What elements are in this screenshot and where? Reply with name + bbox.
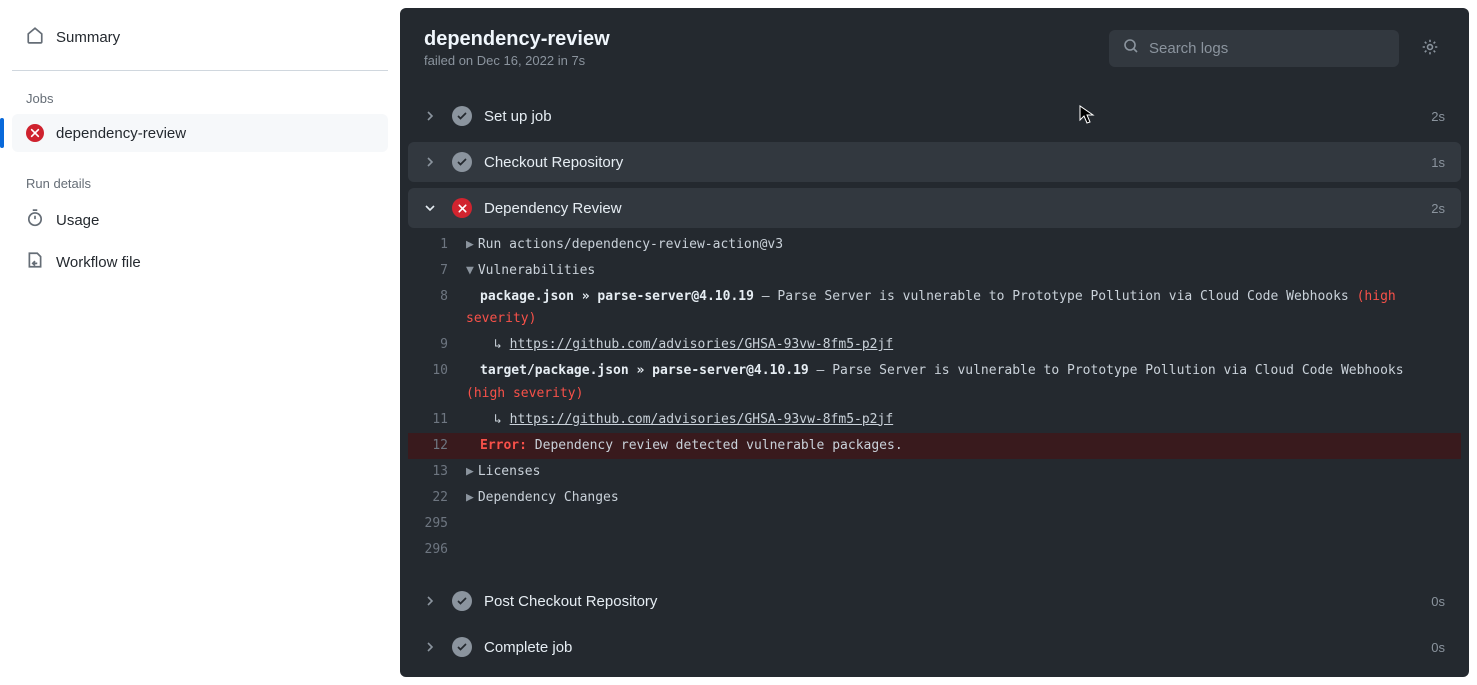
sidebar-job-dependency-review[interactable]: dependency-review: [12, 114, 388, 152]
step-dependency-review-header[interactable]: Dependency Review 2s: [408, 188, 1461, 228]
chevron-right-icon: [424, 641, 440, 653]
step-label: Checkout Repository: [484, 154, 1419, 171]
job-header: dependency-review failed on Dec 16, 2022…: [400, 8, 1469, 96]
log-line: 13▶Licenses: [408, 459, 1461, 485]
step-label: Set up job: [484, 108, 1419, 125]
log-line: 11↳ https://github.com/advisories/GHSA-9…: [408, 407, 1461, 433]
job-title: dependency-review: [424, 28, 1093, 51]
chevron-down-icon: [424, 202, 440, 214]
home-icon: [26, 26, 44, 48]
status-success-icon: [452, 106, 472, 126]
step-duration: 2s: [1431, 201, 1445, 216]
log-line: 7▼Vulnerabilities: [408, 258, 1461, 284]
log-line: 8package.json » parse-server@4.10.19 – P…: [408, 284, 1461, 332]
log-line: 296: [408, 537, 1461, 563]
chevron-right-icon: [424, 595, 440, 607]
steps-list: Set up job 2s Checkout Repository 1s Dep…: [400, 96, 1469, 675]
step-duration: 2s: [1431, 109, 1445, 124]
run-details-heading: Run details: [12, 168, 388, 199]
status-success-icon: [452, 591, 472, 611]
gear-icon: [1421, 44, 1439, 59]
log-output[interactable]: 1▶Run actions/dependency-review-action@v…: [408, 228, 1461, 575]
log-line: 10target/package.json » parse-server@4.1…: [408, 358, 1461, 406]
chevron-right-icon: [424, 156, 440, 168]
advisory-link[interactable]: https://github.com/advisories/GHSA-93vw-…: [510, 337, 894, 352]
step-duration: 1s: [1431, 155, 1445, 170]
step-label: Post Checkout Repository: [484, 593, 1419, 610]
search-logs[interactable]: [1109, 30, 1399, 67]
sidebar-summary[interactable]: Summary: [12, 16, 388, 58]
chevron-right-icon: [424, 110, 440, 122]
step-complete-job[interactable]: Complete job 0s: [408, 627, 1461, 667]
sidebar-workflow-file-label: Workflow file: [56, 254, 141, 271]
step-set-up-job[interactable]: Set up job 2s: [408, 96, 1461, 136]
log-line: 22▶Dependency Changes: [408, 485, 1461, 511]
step-dependency-review: Dependency Review 2s 1▶Run actions/depen…: [408, 188, 1461, 575]
log-line: 9↳ https://github.com/advisories/GHSA-93…: [408, 332, 1461, 358]
step-duration: 0s: [1431, 640, 1445, 655]
step-checkout-repository[interactable]: Checkout Repository 1s: [408, 142, 1461, 182]
status-failed-icon: [452, 198, 472, 218]
divider: [12, 70, 388, 71]
log-line-error: 12Error: Dependency review detected vuln…: [408, 433, 1461, 459]
sidebar-job-label: dependency-review: [56, 125, 186, 142]
sidebar-usage[interactable]: Usage: [12, 199, 388, 241]
workflow-file-icon: [26, 251, 44, 273]
sidebar: Summary Jobs dependency-review Run detai…: [0, 0, 400, 685]
stopwatch-icon: [26, 209, 44, 231]
job-log-panel: dependency-review failed on Dec 16, 2022…: [400, 8, 1469, 677]
status-success-icon: [452, 152, 472, 172]
advisory-link[interactable]: https://github.com/advisories/GHSA-93vw-…: [510, 412, 894, 427]
jobs-heading: Jobs: [12, 83, 388, 114]
sidebar-summary-label: Summary: [56, 29, 120, 46]
search-icon: [1123, 38, 1139, 59]
status-success-icon: [452, 637, 472, 657]
status-failed-icon: [26, 124, 44, 142]
step-label: Dependency Review: [484, 200, 1419, 217]
step-duration: 0s: [1431, 594, 1445, 609]
log-line: 295: [408, 511, 1461, 537]
job-subtitle: failed on Dec 16, 2022 in 7s: [424, 53, 1093, 68]
step-post-checkout-repository[interactable]: Post Checkout Repository 0s: [408, 581, 1461, 621]
sidebar-usage-label: Usage: [56, 212, 99, 229]
step-label: Complete job: [484, 639, 1419, 656]
log-settings-button[interactable]: [1415, 32, 1445, 65]
log-line: 1▶Run actions/dependency-review-action@v…: [408, 232, 1461, 258]
sidebar-workflow-file[interactable]: Workflow file: [12, 241, 388, 283]
search-logs-input[interactable]: [1149, 40, 1385, 57]
